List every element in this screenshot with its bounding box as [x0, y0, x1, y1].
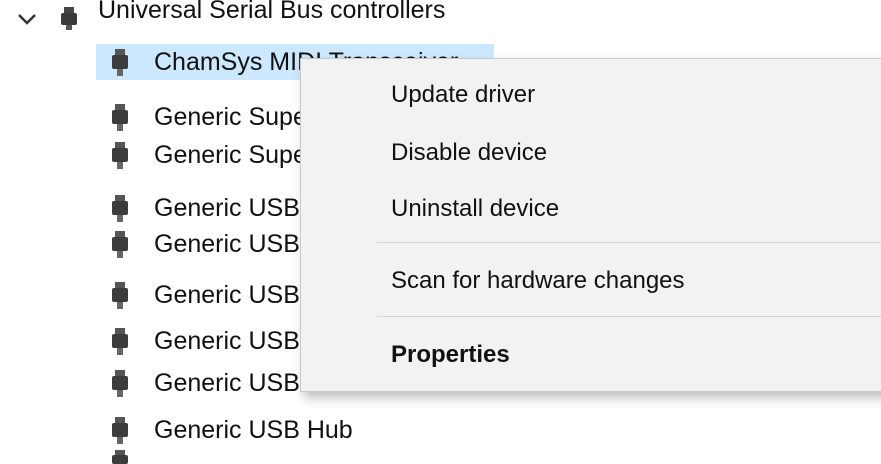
menu-separator	[377, 242, 881, 243]
menu-item-disable-device[interactable]: Disable device	[391, 139, 547, 167]
device-label: Generic USB Hub	[154, 416, 353, 444]
usb-plug-icon	[112, 195, 128, 222]
usb-plug-icon	[112, 282, 128, 309]
device-row-partial[interactable]	[96, 450, 881, 464]
usb-plug-icon	[112, 417, 128, 444]
usb-plug-icon	[112, 328, 128, 355]
usb-plug-icon	[61, 7, 77, 30]
context-menu: Update driver Disable device Uninstall d…	[300, 58, 881, 392]
usb-plug-icon	[112, 231, 128, 258]
usb-plug-icon	[112, 49, 128, 76]
usb-plug-icon	[112, 450, 128, 464]
device-tree: Universal Serial Bus controllers ChamSys…	[0, 0, 881, 464]
menu-item-uninstall-device[interactable]: Uninstall device	[391, 195, 559, 223]
menu-separator	[377, 316, 881, 317]
menu-item-properties[interactable]: Properties	[391, 341, 510, 369]
usb-plug-icon	[112, 142, 128, 169]
menu-item-scan-hardware[interactable]: Scan for hardware changes	[391, 267, 685, 295]
usb-plug-icon	[112, 370, 128, 397]
usb-plug-icon	[112, 104, 128, 131]
device-row[interactable]: Generic USB Hub	[96, 412, 496, 448]
menu-item-update-driver[interactable]: Update driver	[391, 81, 535, 109]
category-usb-controllers[interactable]: Universal Serial Bus controllers	[0, 0, 881, 36]
chevron-down-icon[interactable]	[16, 8, 38, 30]
category-label: Universal Serial Bus controllers	[98, 0, 446, 24]
